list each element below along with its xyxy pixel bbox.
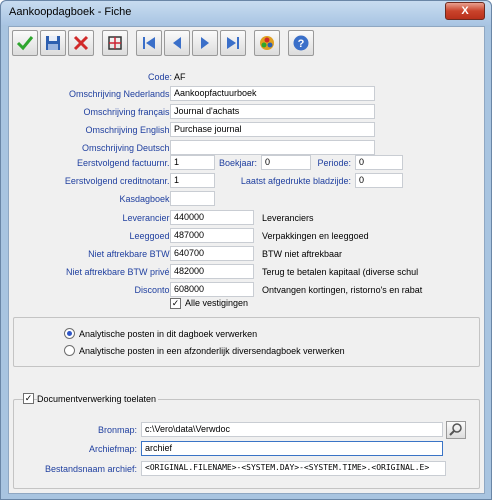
title-bar: Aankoopdagboek - Fiche X bbox=[1, 1, 491, 25]
window: Aankoopdagboek - Fiche X ? Code: AF Omsc… bbox=[0, 0, 492, 500]
omschrijving-fr-field[interactable]: Journal d'achats bbox=[170, 104, 375, 119]
cancel-button[interactable] bbox=[68, 30, 94, 56]
window-title: Aankoopdagboek - Fiche bbox=[9, 6, 132, 18]
niet-aftrekbare-btw-description: BTW niet aftrekbaar bbox=[262, 249, 343, 259]
analytic-group bbox=[13, 317, 480, 367]
code-value: AF bbox=[174, 72, 186, 82]
laatst-afgedrukte-field[interactable]: 0 bbox=[355, 173, 403, 188]
leeggoed-description: Verpakkingen en leeggoed bbox=[262, 231, 369, 241]
alle-vestigingen-checkbox[interactable]: ✓ bbox=[170, 298, 181, 309]
eerstvolgend-factuurnr-field[interactable]: 1 bbox=[170, 155, 215, 170]
boekjaar-field[interactable]: 0 bbox=[261, 155, 311, 170]
first-icon bbox=[143, 37, 155, 49]
save-icon bbox=[46, 36, 60, 50]
eerstvolgend-creditnotanr-label: Eerstvolgend creditnotanr.: bbox=[64, 176, 172, 186]
omschrijving-en-label: Omschrijving English: bbox=[85, 125, 172, 135]
bronmap-field[interactable]: c:\Vero\data\Verwdoc bbox=[141, 422, 443, 437]
grid-button[interactable] bbox=[102, 30, 128, 56]
bronmap-label: Bronmap: bbox=[97, 425, 137, 435]
last-icon bbox=[227, 37, 239, 49]
next-record-button[interactable] bbox=[192, 30, 218, 56]
bronmap-browse-button[interactable] bbox=[446, 421, 466, 439]
niet-aftrekbare-btw-field[interactable]: 640700 bbox=[170, 246, 254, 261]
code-label: Code: bbox=[147, 72, 172, 82]
omschrijving-en-field[interactable]: Purchase journal bbox=[170, 122, 375, 137]
periode-label: Periode: bbox=[317, 158, 351, 168]
laatst-afgedrukte-label: Laatst afgedrukte bladzijde: bbox=[240, 176, 351, 186]
svg-text:?: ? bbox=[298, 38, 305, 50]
leverancier-label: Leverancier: bbox=[122, 213, 172, 223]
niet-aftrekbare-btw-label: Niet aftrekbare BTW: bbox=[88, 249, 172, 259]
alle-vestigingen-label: Alle vestigingen bbox=[185, 298, 249, 308]
save-button[interactable] bbox=[40, 30, 66, 56]
previous-record-button[interactable] bbox=[164, 30, 190, 56]
niet-aftrekbare-btw-prive-label: Niet aftrekbare BTW privé: bbox=[65, 267, 172, 277]
archiefmap-label: Archiefmap: bbox=[88, 444, 137, 454]
disconto-field[interactable]: 608000 bbox=[170, 282, 254, 297]
periode-field[interactable]: 0 bbox=[355, 155, 403, 170]
form-client-area: ? Code: AF Omschrijving Nederlands: Aank… bbox=[8, 26, 485, 494]
first-record-button[interactable] bbox=[136, 30, 162, 56]
bestandsnaam-archief-field[interactable]: <ORIGINAL.FILENAME>-<SYSTEM.DAY>-<SYSTEM… bbox=[141, 461, 446, 476]
leverancier-field[interactable]: 440000 bbox=[170, 210, 254, 225]
analytic-option-2-radio[interactable] bbox=[64, 345, 75, 356]
color-wheel-icon bbox=[260, 36, 274, 50]
leeggoed-label: Leeggoed: bbox=[129, 231, 172, 241]
disconto-label: Disconto: bbox=[134, 285, 172, 295]
analytic-option-2-label: Analytische posten in een afzonderlijk d… bbox=[79, 346, 345, 356]
documentverwerking-label: Documentverwerking toelaten bbox=[37, 394, 159, 404]
close-button[interactable]: X bbox=[445, 2, 485, 20]
grid-icon bbox=[108, 36, 122, 50]
magnifier-icon bbox=[449, 423, 462, 436]
omschrijving-de-field[interactable] bbox=[170, 140, 375, 155]
leeggoed-field[interactable]: 487000 bbox=[170, 228, 254, 243]
analytic-option-1-radio[interactable] bbox=[64, 328, 75, 339]
cancel-icon bbox=[73, 35, 89, 51]
analytic-option-1-label: Analytische posten in dit dagboek verwer… bbox=[79, 329, 258, 339]
niet-aftrekbare-btw-prive-description: Terug te betalen kapitaal (diverse schul bbox=[262, 267, 419, 277]
disconto-description: Ontvangen kortingen, ristorno's en rabat bbox=[262, 285, 423, 295]
kasdagboek-label: Kasdagboek: bbox=[119, 194, 172, 204]
omschrijving-nl-field[interactable]: Aankoopfactuurboek bbox=[170, 86, 375, 101]
archiefmap-field[interactable]: archief bbox=[141, 441, 443, 456]
omschrijving-nl-label: Omschrijving Nederlands: bbox=[68, 89, 172, 99]
confirm-icon bbox=[16, 36, 34, 51]
leverancier-description: Leveranciers bbox=[262, 213, 314, 223]
documentverwerking-checkbox[interactable]: ✓ bbox=[23, 393, 34, 404]
eerstvolgend-factuurnr-label: Eerstvolgend factuurnr.: bbox=[76, 158, 172, 168]
help-button[interactable]: ? bbox=[288, 30, 314, 56]
eerstvolgend-creditnotanr-field[interactable]: 1 bbox=[170, 173, 215, 188]
previous-icon bbox=[173, 37, 181, 49]
confirm-button[interactable] bbox=[12, 30, 38, 56]
bestandsnaam-archief-label: Bestandsnaam archief: bbox=[44, 464, 137, 474]
next-icon bbox=[201, 37, 209, 49]
last-record-button[interactable] bbox=[220, 30, 246, 56]
omschrijving-de-label: Omschrijving Deutsch: bbox=[81, 143, 172, 153]
boekjaar-label: Boekjaar: bbox=[218, 158, 257, 168]
help-icon: ? bbox=[293, 35, 309, 51]
niet-aftrekbare-btw-prive-field[interactable]: 482000 bbox=[170, 264, 254, 279]
color-button[interactable] bbox=[254, 30, 280, 56]
omschrijving-fr-label: Omschrijving français: bbox=[83, 107, 172, 117]
toolbar: ? bbox=[12, 30, 314, 58]
kasdagboek-field[interactable] bbox=[170, 191, 215, 206]
